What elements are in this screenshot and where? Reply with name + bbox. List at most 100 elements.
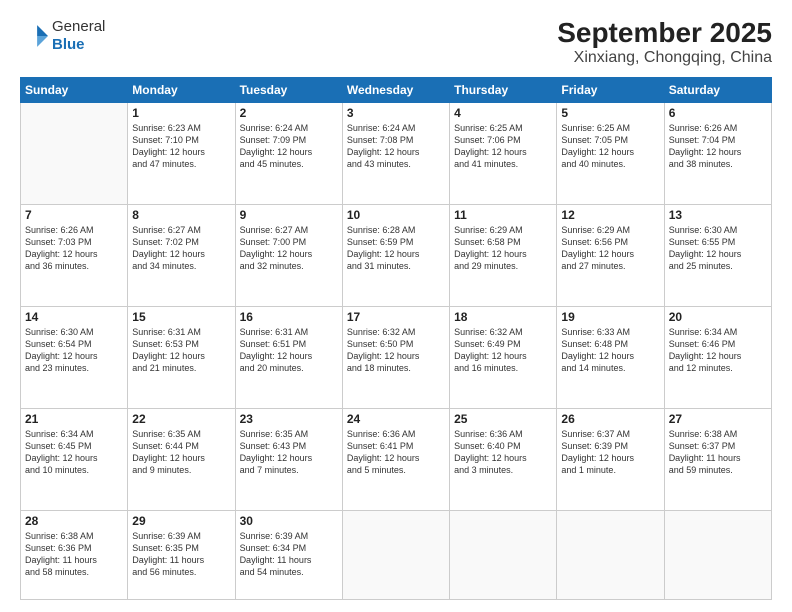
day-info: Sunrise: 6:29 AM Sunset: 6:58 PM Dayligh… bbox=[454, 224, 552, 273]
day-number: 14 bbox=[25, 310, 123, 324]
day-info: Sunrise: 6:31 AM Sunset: 6:51 PM Dayligh… bbox=[240, 326, 338, 375]
weekday-header-sunday: Sunday bbox=[21, 77, 128, 102]
calendar-cell: 5 Sunrise: 6:25 AM Sunset: 7:05 PM Daylig… bbox=[557, 102, 664, 204]
calendar-cell: 29 Sunrise: 6:39 AM Sunset: 6:35 PM Dayli… bbox=[128, 510, 235, 599]
calendar-cell: 20 Sunrise: 6:34 AM Sunset: 6:46 PM Dayli… bbox=[664, 306, 771, 408]
day-number: 6 bbox=[669, 106, 767, 120]
day-number: 8 bbox=[132, 208, 230, 222]
day-number: 28 bbox=[25, 514, 123, 528]
day-number: 1 bbox=[132, 106, 230, 120]
weekday-header-tuesday: Tuesday bbox=[235, 77, 342, 102]
calendar-cell: 3 Sunrise: 6:24 AM Sunset: 7:08 PM Daylig… bbox=[342, 102, 449, 204]
day-info: Sunrise: 6:27 AM Sunset: 7:00 PM Dayligh… bbox=[240, 224, 338, 273]
logo-blue: Blue bbox=[52, 36, 105, 54]
day-number: 27 bbox=[669, 412, 767, 426]
logo-icon bbox=[20, 22, 48, 50]
weekday-header-thursday: Thursday bbox=[450, 77, 557, 102]
calendar-cell: 30Sunrise: 6:39 AM Sunset: 6:34 PM Dayli… bbox=[235, 510, 342, 599]
day-number: 20 bbox=[669, 310, 767, 324]
calendar-cell: 6 Sunrise: 6:26 AM Sunset: 7:04 PM Daylig… bbox=[664, 102, 771, 204]
header: General Blue September 2025 Xinxiang, Ch… bbox=[20, 18, 772, 67]
calendar-week-row: 14 Sunrise: 6:30 AM Sunset: 6:54 PM Dayli… bbox=[21, 306, 772, 408]
day-info: Sunrise: 6:32 AM Sunset: 6:50 PM Dayligh… bbox=[347, 326, 445, 375]
calendar-cell: 16 Sunrise: 6:31 AM Sunset: 6:51 PM Dayli… bbox=[235, 306, 342, 408]
day-number: 29 bbox=[132, 514, 230, 528]
location-title: Xinxiang, Chongqing, China bbox=[557, 49, 772, 67]
calendar-cell: 10Sunrise: 6:28 AM Sunset: 6:59 PM Dayli… bbox=[342, 204, 449, 306]
day-number: 9 bbox=[240, 208, 338, 222]
weekday-header-friday: Friday bbox=[557, 77, 664, 102]
calendar-page: General Blue September 2025 Xinxiang, Ch… bbox=[0, 0, 792, 612]
day-number: 2 bbox=[240, 106, 338, 120]
calendar-cell: 24 Sunrise: 6:36 AM Sunset: 6:41 PM Dayli… bbox=[342, 408, 449, 510]
day-info: Sunrise: 6:25 AM Sunset: 7:06 PM Dayligh… bbox=[454, 122, 552, 171]
calendar-cell: 13 Sunrise: 6:30 AM Sunset: 6:55 PM Dayli… bbox=[664, 204, 771, 306]
day-number: 10 bbox=[347, 208, 445, 222]
day-info: Sunrise: 6:24 AM Sunset: 7:09 PM Dayligh… bbox=[240, 122, 338, 171]
day-info: Sunrise: 6:25 AM Sunset: 7:05 PM Dayligh… bbox=[561, 122, 659, 171]
day-number: 11 bbox=[454, 208, 552, 222]
day-number: 4 bbox=[454, 106, 552, 120]
day-number: 23 bbox=[240, 412, 338, 426]
calendar-week-row: 28 Sunrise: 6:38 AM Sunset: 6:36 PM Dayli… bbox=[21, 510, 772, 599]
calendar-cell: 23Sunrise: 6:35 AM Sunset: 6:43 PM Dayli… bbox=[235, 408, 342, 510]
calendar-cell: 9 Sunrise: 6:27 AM Sunset: 7:00 PM Daylig… bbox=[235, 204, 342, 306]
calendar-cell: 28 Sunrise: 6:38 AM Sunset: 6:36 PM Dayli… bbox=[21, 510, 128, 599]
calendar-cell: 2 Sunrise: 6:24 AM Sunset: 7:09 PM Daylig… bbox=[235, 102, 342, 204]
day-info: Sunrise: 6:30 AM Sunset: 6:55 PM Dayligh… bbox=[669, 224, 767, 273]
calendar-cell: 26Sunrise: 6:37 AM Sunset: 6:39 PM Dayli… bbox=[557, 408, 664, 510]
calendar-cell: 21 Sunrise: 6:34 AM Sunset: 6:45 PM Dayli… bbox=[21, 408, 128, 510]
title-block: September 2025 Xinxiang, Chongqing, Chin… bbox=[557, 18, 772, 67]
day-info: Sunrise: 6:26 AM Sunset: 7:04 PM Dayligh… bbox=[669, 122, 767, 171]
day-number: 7 bbox=[25, 208, 123, 222]
day-info: Sunrise: 6:34 AM Sunset: 6:45 PM Dayligh… bbox=[25, 428, 123, 477]
calendar-cell: 8 Sunrise: 6:27 AM Sunset: 7:02 PM Daylig… bbox=[128, 204, 235, 306]
calendar-cell: 17 Sunrise: 6:32 AM Sunset: 6:50 PM Dayli… bbox=[342, 306, 449, 408]
logo-general: General bbox=[52, 18, 105, 36]
day-number: 18 bbox=[454, 310, 552, 324]
day-info: Sunrise: 6:27 AM Sunset: 7:02 PM Dayligh… bbox=[132, 224, 230, 273]
day-number: 13 bbox=[669, 208, 767, 222]
calendar-cell: 15Sunrise: 6:31 AM Sunset: 6:53 PM Dayli… bbox=[128, 306, 235, 408]
calendar-cell bbox=[557, 510, 664, 599]
day-number: 3 bbox=[347, 106, 445, 120]
day-number: 21 bbox=[25, 412, 123, 426]
calendar-cell: 7 Sunrise: 6:26 AM Sunset: 7:03 PM Daylig… bbox=[21, 204, 128, 306]
day-number: 17 bbox=[347, 310, 445, 324]
day-info: Sunrise: 6:31 AM Sunset: 6:53 PM Dayligh… bbox=[132, 326, 230, 375]
day-number: 12 bbox=[561, 208, 659, 222]
month-title: September 2025 bbox=[557, 18, 772, 49]
day-number: 26 bbox=[561, 412, 659, 426]
day-number: 22 bbox=[132, 412, 230, 426]
day-info: Sunrise: 6:30 AM Sunset: 6:54 PM Dayligh… bbox=[25, 326, 123, 375]
calendar-cell bbox=[450, 510, 557, 599]
logo: General Blue bbox=[20, 18, 105, 54]
calendar-cell: 18Sunrise: 6:32 AM Sunset: 6:49 PM Dayli… bbox=[450, 306, 557, 408]
weekday-header-wednesday: Wednesday bbox=[342, 77, 449, 102]
calendar-cell: 11 Sunrise: 6:29 AM Sunset: 6:58 PM Dayli… bbox=[450, 204, 557, 306]
day-number: 5 bbox=[561, 106, 659, 120]
day-number: 24 bbox=[347, 412, 445, 426]
weekday-header-saturday: Saturday bbox=[664, 77, 771, 102]
weekday-header-monday: Monday bbox=[128, 77, 235, 102]
calendar-cell: 1 Sunrise: 6:23 AM Sunset: 7:10 PM Daylig… bbox=[128, 102, 235, 204]
day-info: Sunrise: 6:35 AM Sunset: 6:44 PM Dayligh… bbox=[132, 428, 230, 477]
calendar-cell bbox=[342, 510, 449, 599]
calendar-cell bbox=[21, 102, 128, 204]
calendar-cell: 14 Sunrise: 6:30 AM Sunset: 6:54 PM Dayli… bbox=[21, 306, 128, 408]
day-info: Sunrise: 6:39 AM Sunset: 6:35 PM Dayligh… bbox=[132, 530, 230, 579]
day-info: Sunrise: 6:36 AM Sunset: 6:41 PM Dayligh… bbox=[347, 428, 445, 477]
calendar-cell: 12 Sunrise: 6:29 AM Sunset: 6:56 PM Dayli… bbox=[557, 204, 664, 306]
day-number: 25 bbox=[454, 412, 552, 426]
day-info: Sunrise: 6:29 AM Sunset: 6:56 PM Dayligh… bbox=[561, 224, 659, 273]
day-info: Sunrise: 6:38 AM Sunset: 6:37 PM Dayligh… bbox=[669, 428, 767, 477]
day-number: 16 bbox=[240, 310, 338, 324]
calendar-cell bbox=[664, 510, 771, 599]
calendar-cell: 19Sunrise: 6:33 AM Sunset: 6:48 PM Dayli… bbox=[557, 306, 664, 408]
weekday-header-row: SundayMondayTuesdayWednesdayThursdayFrid… bbox=[21, 77, 772, 102]
day-info: Sunrise: 6:26 AM Sunset: 7:03 PM Dayligh… bbox=[25, 224, 123, 273]
day-info: Sunrise: 6:34 AM Sunset: 6:46 PM Dayligh… bbox=[669, 326, 767, 375]
day-info: Sunrise: 6:38 AM Sunset: 6:36 PM Dayligh… bbox=[25, 530, 123, 579]
day-info: Sunrise: 6:23 AM Sunset: 7:10 PM Dayligh… bbox=[132, 122, 230, 171]
day-info: Sunrise: 6:24 AM Sunset: 7:08 PM Dayligh… bbox=[347, 122, 445, 171]
